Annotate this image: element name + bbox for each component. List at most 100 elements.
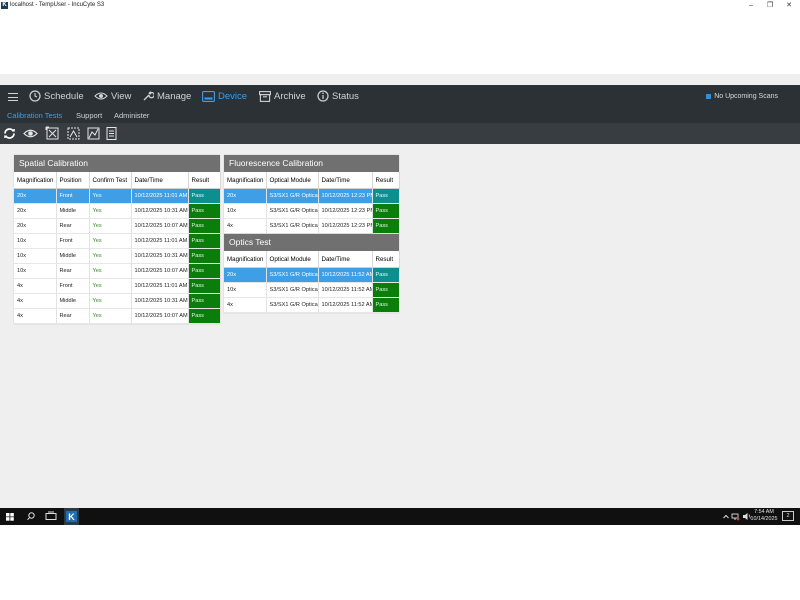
subnav-calibration-tests[interactable]: Calibration Tests	[7, 109, 62, 123]
table-cell: Yes	[89, 278, 132, 294]
spatial-calibration-table: Magnification Position Confirm Test Date…	[14, 172, 221, 324]
result-cell: Pass	[188, 248, 221, 264]
column-header[interactable]: Result	[372, 251, 400, 268]
table-row[interactable]: 4x Middle Yes 10/12/2025 10:31 AM Pass	[14, 293, 221, 309]
column-header[interactable]: Result	[372, 172, 400, 189]
table-row[interactable]: 4xS3/SX1 G/R Optical...10/12/2025 11:52 …	[224, 297, 400, 313]
column-header[interactable]: Optical Module	[266, 172, 319, 189]
close-button[interactable]: ✕	[780, 0, 798, 11]
clock-time: 7:54 AM	[754, 509, 774, 515]
fluorescence-calibration-table: Magnification Optical Module Date/Time R…	[224, 172, 400, 234]
nav-manage[interactable]: Manage	[142, 85, 191, 109]
table-row[interactable]: 4x Rear Yes 10/12/2025 10:07 AM Pass	[14, 308, 221, 324]
search-icon[interactable]	[26, 508, 36, 525]
result-cell: Pass	[188, 218, 221, 234]
table-cell: 20x	[14, 218, 57, 234]
os-taskbar: K 7:54 AM 10/14/2025 2	[0, 508, 800, 525]
sub-nav-bar: Calibration Tests Support Administer	[0, 109, 800, 123]
column-header[interactable]: Magnification	[14, 172, 57, 189]
spatial-calibration-icon[interactable]	[45, 126, 60, 141]
table-cell: S3/SX1 G/R Optical...	[266, 267, 319, 283]
table-row[interactable]: 4xS3/SX1 G/R Optical...10/12/2025 12:23 …	[224, 218, 400, 234]
incucyte-taskbar-icon[interactable]: K	[64, 508, 79, 525]
table-cell: Yes	[89, 293, 132, 309]
panel-title: Optics Test	[224, 234, 399, 251]
table-cell: Yes	[89, 233, 132, 249]
column-header[interactable]: Confirm Test	[89, 172, 132, 189]
hamburger-menu-icon[interactable]	[8, 93, 18, 101]
panel-title: Fluorescence Calibration	[224, 155, 399, 172]
network-icon[interactable]	[731, 508, 740, 525]
table-row[interactable]: 10x Middle Yes 10/12/2025 10:31 AM Pass	[14, 248, 221, 264]
subnav-administer[interactable]: Administer	[114, 109, 149, 123]
result-cell: Pass	[188, 263, 221, 279]
table-cell: 10x	[14, 248, 57, 264]
result-cell: Pass	[188, 188, 221, 204]
result-cell: Pass	[372, 282, 400, 298]
column-header[interactable]: Date/Time	[318, 251, 373, 268]
table-cell: 4x	[14, 278, 57, 294]
notification-center-icon[interactable]: 2	[782, 511, 794, 521]
chevron-up-icon[interactable]	[722, 508, 730, 525]
table-cell: 10/12/2025 10:31 AM	[131, 203, 189, 219]
table-header-row: Magnification Optical Module Date/Time R…	[224, 172, 400, 189]
report-icon[interactable]	[104, 126, 119, 141]
column-header[interactable]: Date/Time	[131, 172, 189, 189]
column-header[interactable]: Position	[56, 172, 90, 189]
nav-archive[interactable]: Archive	[259, 85, 306, 109]
result-cell: Pass	[188, 203, 221, 219]
minimize-button[interactable]: –	[742, 0, 760, 11]
table-cell: 10/12/2025 11:52 AM	[318, 282, 373, 298]
nav-schedule[interactable]: Schedule	[29, 85, 84, 109]
table-row[interactable]: 20x Middle Yes 10/12/2025 10:31 AM Pass	[14, 203, 221, 219]
table-cell: Middle	[56, 293, 90, 309]
table-row[interactable]: 10x Front Yes 10/12/2025 11:01 AM Pass	[14, 233, 221, 249]
taskbar-clock[interactable]: 7:54 AM 10/14/2025	[744, 509, 784, 523]
nav-label: Schedule	[44, 91, 84, 102]
table-cell: 10/12/2025 10:31 AM	[131, 248, 189, 264]
table-row[interactable]: 20xS3/SX1 G/R Optical...10/12/2025 12:23…	[224, 188, 400, 204]
table-cell: 10/12/2025 11:01 AM	[131, 278, 189, 294]
table-cell: 10/12/2025 11:52 AM	[318, 267, 373, 283]
table-row[interactable]: 10x Rear Yes 10/12/2025 10:07 AM Pass	[14, 263, 221, 279]
table-row[interactable]: 20x Rear Yes 10/12/2025 10:07 AM Pass	[14, 218, 221, 234]
clock-date: 10/14/2025	[750, 516, 778, 522]
window-title: localhost - TempUser - IncuCyte S3	[10, 2, 105, 8]
nav-view[interactable]: View	[94, 85, 131, 109]
table-row[interactable]: 20xS3/SX1 G/R Optical...10/12/2025 11:52…	[224, 267, 400, 283]
table-cell: Rear	[56, 263, 90, 279]
restore-button[interactable]: ❐	[761, 0, 779, 11]
upcoming-scans-status: No Upcoming Scans	[706, 85, 778, 109]
table-cell: 10/12/2025 10:07 AM	[131, 218, 189, 234]
fluorescence-calibration-icon[interactable]	[66, 126, 81, 141]
table-cell: 10x	[224, 282, 267, 298]
table-row[interactable]: 10xS3/SX1 G/R Optical...10/12/2025 12:23…	[224, 203, 400, 219]
table-header-row: Magnification Position Confirm Test Date…	[14, 172, 221, 189]
column-header[interactable]: Magnification	[224, 172, 267, 189]
nav-device[interactable]: Device	[202, 85, 247, 109]
refresh-icon[interactable]	[2, 126, 17, 141]
table-cell: 4x	[224, 218, 267, 234]
table-cell: 10x	[14, 233, 57, 249]
table-cell: 10/12/2025 12:23 PM	[318, 218, 373, 234]
table-row[interactable]: 10xS3/SX1 G/R Optical...10/12/2025 11:52…	[224, 282, 400, 298]
column-header[interactable]: Date/Time	[318, 172, 373, 189]
column-header[interactable]: Result	[188, 172, 221, 189]
table-row[interactable]: 4x Front Yes 10/12/2025 11:01 AM Pass	[14, 278, 221, 294]
eye-icon[interactable]	[23, 126, 38, 141]
optics-test-icon[interactable]	[86, 126, 101, 141]
optics-test-panel: Optics Test Magnification Optical Module…	[224, 234, 400, 313]
windows-start-icon[interactable]	[5, 508, 15, 525]
nav-status[interactable]: Status	[317, 85, 359, 109]
table-cell: Rear	[56, 308, 90, 324]
nav-label: Device	[218, 91, 248, 102]
table-cell: 20x	[224, 267, 267, 283]
scan-status-icon	[706, 93, 712, 99]
task-view-icon[interactable]	[45, 508, 57, 525]
column-header[interactable]: Magnification	[224, 251, 267, 268]
info-icon	[317, 90, 329, 103]
subnav-support[interactable]: Support	[76, 109, 102, 123]
main-nav-bar: Schedule View Manage Device Archive Stat…	[0, 85, 800, 109]
table-row[interactable]: 20x Front Yes 10/12/2025 11:01 AM Pass	[14, 188, 221, 204]
column-header[interactable]: Optical Module	[266, 251, 319, 268]
